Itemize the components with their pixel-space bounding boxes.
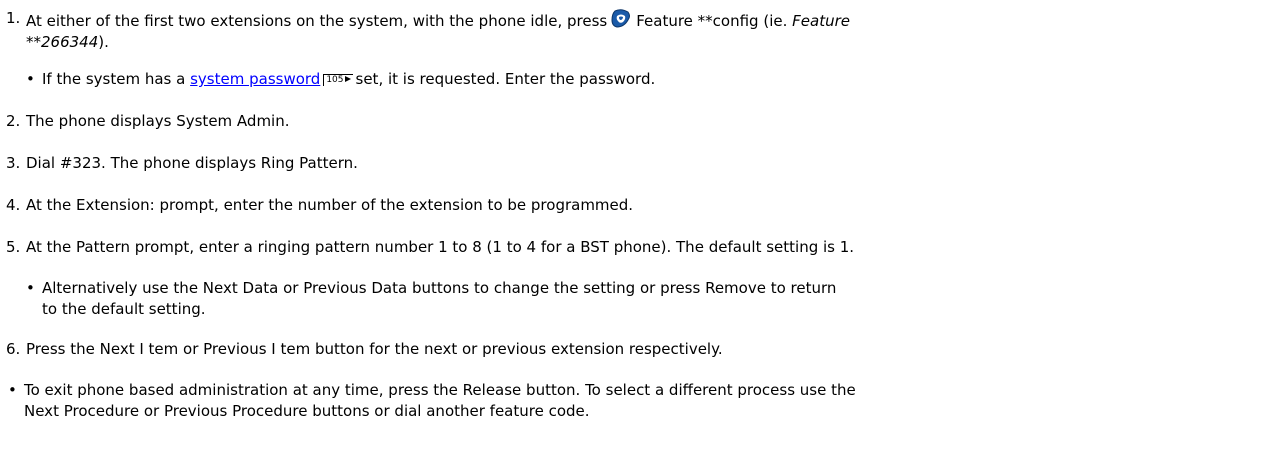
bullet-dot: •	[26, 279, 35, 297]
bullet-text: If the system has a system password 105 se…	[42, 69, 655, 90]
step-text: At the Extension: prompt, enter the numb…	[26, 196, 634, 214]
step-text: At either of the first two extensions on…	[26, 8, 1251, 53]
step-1-text-a: At either of the first two extensions on…	[26, 12, 608, 30]
bullet-text: Alternatively use the Next Data or Previ…	[42, 278, 836, 320]
step-2: 2. The phone displays System Admin.	[6, 111, 1256, 132]
step-number: 2.	[6, 112, 21, 130]
step-text: Press the Next I tem or Previous I tem b…	[26, 340, 723, 358]
page-reference[interactable]: 105	[323, 74, 353, 86]
step-number: 6.	[6, 340, 21, 358]
bullet-line-1: Alternatively use the Next Data or Previ…	[42, 279, 837, 297]
step-1-text-b: Feature **config (ie.	[636, 12, 788, 30]
bullet-text-b: set, it is requested. Enter the password…	[355, 70, 656, 88]
step-number: 3.	[6, 154, 21, 172]
step-5: 5. At the Pattern prompt, enter a ringin…	[6, 237, 1256, 258]
step-1-text-c: Feature	[792, 12, 850, 30]
step-1-text-e: ).	[98, 33, 109, 51]
step-text: The phone displays System Admin.	[26, 112, 290, 130]
bullet-line-2: to the default setting.	[42, 300, 206, 318]
step-text: Dial #323. The phone displays Ring Patte…	[26, 154, 358, 172]
step-number: 4.	[6, 196, 21, 214]
system-password-link[interactable]: system password	[190, 70, 320, 88]
step-1-text-d: **266344	[26, 33, 99, 51]
bullet-line-1: To exit phone based administration at an…	[24, 381, 856, 399]
step-6: 6. Press the Next I tem or Previous I te…	[6, 339, 1256, 360]
bullet-dot: •	[26, 70, 35, 88]
step-number: 1.	[6, 9, 21, 27]
step-text: At the Pattern prompt, enter a ringing p…	[26, 238, 855, 256]
step-number: 5.	[6, 238, 21, 256]
step-1: 1. At either of the first two extensions…	[6, 8, 1256, 51]
step-3: 3. Dial #323. The phone displays Ring Pa…	[6, 153, 1256, 174]
bullet-dot: •	[8, 381, 17, 399]
bullet-text: To exit phone based administration at an…	[24, 380, 856, 422]
step-4: 4. At the Extension: prompt, enter the n…	[6, 195, 1256, 216]
page-reference-number: 105	[326, 75, 344, 85]
feature-key-icon	[610, 8, 632, 30]
page-jump-arrow-icon	[344, 76, 351, 82]
bullet-text-a: If the system has a	[42, 70, 186, 88]
bullet-line-2: Next Procedure or Previous Procedure but…	[24, 402, 590, 420]
